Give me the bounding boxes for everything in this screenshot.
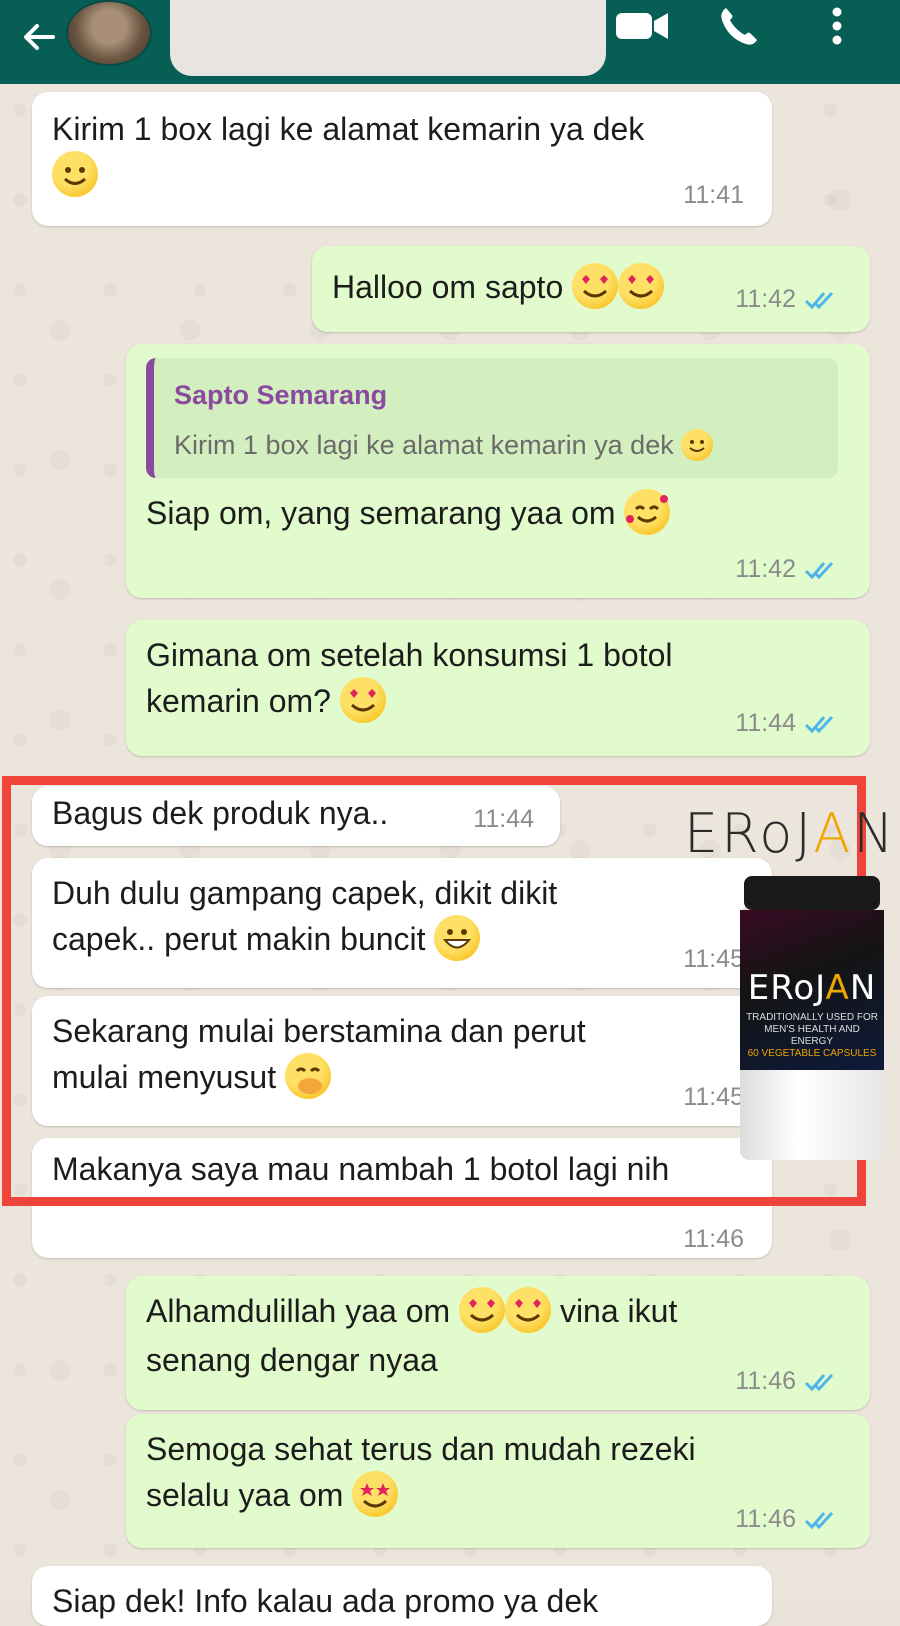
quoted-message[interactable]: Sapto Semarang Kirim 1 box lagi ke alama…	[146, 358, 838, 478]
more-options-icon[interactable]	[820, 4, 854, 48]
message-text: Alhamdulillah yaa om vina ikut senang de…	[146, 1286, 750, 1383]
smiling-emoji-icon	[52, 150, 98, 197]
phone-call-icon[interactable]	[714, 2, 764, 50]
video-call-icon[interactable]	[612, 6, 672, 46]
jar-brand: ERoJAN	[747, 968, 877, 1008]
brand-logo: ERoJAN	[684, 802, 897, 865]
smiling-emoji-icon	[681, 428, 714, 461]
message-bubble-outgoing[interactable]: Semoga sehat terus dan mudah rezeki sela…	[126, 1414, 870, 1548]
double-check-icon	[804, 291, 834, 310]
message-time: 11:46	[683, 1225, 744, 1253]
avatar[interactable]	[66, 0, 152, 66]
message-time: 11:42	[735, 555, 796, 583]
message-text: Gimana om setelah konsumsi 1 botol kemar…	[146, 632, 750, 727]
back-arrow-icon[interactable]	[14, 12, 64, 62]
message-text: Kirim 1 box lagi ke alamat kemarin ya de…	[52, 106, 748, 201]
chat-header	[0, 0, 900, 84]
heart-eyes-emoji-icon	[459, 1286, 506, 1333]
quote-text: Kirim 1 box lagi ke alamat kemarin ya de…	[174, 422, 714, 468]
message-bubble-incoming[interactable]: Kirim 1 box lagi ke alamat kemarin ya de…	[32, 92, 772, 226]
message-text: Semoga sehat terus dan mudah rezeki sela…	[146, 1426, 750, 1521]
message-bubble-outgoing[interactable]: Sapto Semarang Kirim 1 box lagi ke alama…	[126, 344, 870, 598]
jar-lid	[744, 876, 880, 910]
heart-eyes-emoji-icon	[339, 676, 386, 723]
double-check-icon	[804, 1511, 834, 1530]
message-bubble-outgoing[interactable]: Halloo om sapto 11:42	[312, 246, 870, 332]
heart-eyes-emoji-icon	[618, 262, 665, 309]
jar-subtitle: TRADITIONALLY USED FOR MEN'S HEALTH AND …	[746, 1012, 878, 1047]
message-bubble-incoming[interactable]: Siap dek! Info kalau ada promo ya dek	[32, 1566, 772, 1626]
smiling-hearts-emoji-icon	[624, 488, 671, 535]
message-time: 11:42	[735, 285, 796, 313]
double-check-icon	[804, 1373, 834, 1392]
quote-author: Sapto Semarang	[174, 380, 388, 410]
double-check-icon	[804, 715, 834, 734]
message-bubble-outgoing[interactable]: Alhamdulillah yaa om vina ikut senang de…	[126, 1276, 870, 1410]
jar-count: 60 VEGETABLE CAPSULES	[747, 1048, 877, 1059]
star-struck-emoji-icon	[352, 1470, 399, 1517]
message-text: Siap dek! Info kalau ada promo ya dek	[52, 1583, 599, 1619]
product-jar-image: ERoJAN TRADITIONALLY USED FOR MEN'S HEAL…	[740, 876, 884, 1160]
heart-eyes-emoji-icon	[505, 1286, 552, 1333]
contact-name-redacted[interactable]	[170, 0, 606, 76]
message-time: 11:44	[735, 709, 796, 737]
message-time: 11:46	[735, 1367, 796, 1395]
double-check-icon	[804, 561, 834, 580]
heart-eyes-emoji-icon	[572, 262, 619, 309]
message-text: Siap om, yang semarang yaa om	[146, 488, 846, 539]
message-bubble-outgoing[interactable]: Gimana om setelah konsumsi 1 botol kemar…	[126, 620, 870, 756]
message-time: 11:46	[735, 1505, 796, 1533]
message-time: 11:41	[683, 181, 744, 209]
jar-label: ERoJAN TRADITIONALLY USED FOR MEN'S HEAL…	[740, 910, 884, 1070]
